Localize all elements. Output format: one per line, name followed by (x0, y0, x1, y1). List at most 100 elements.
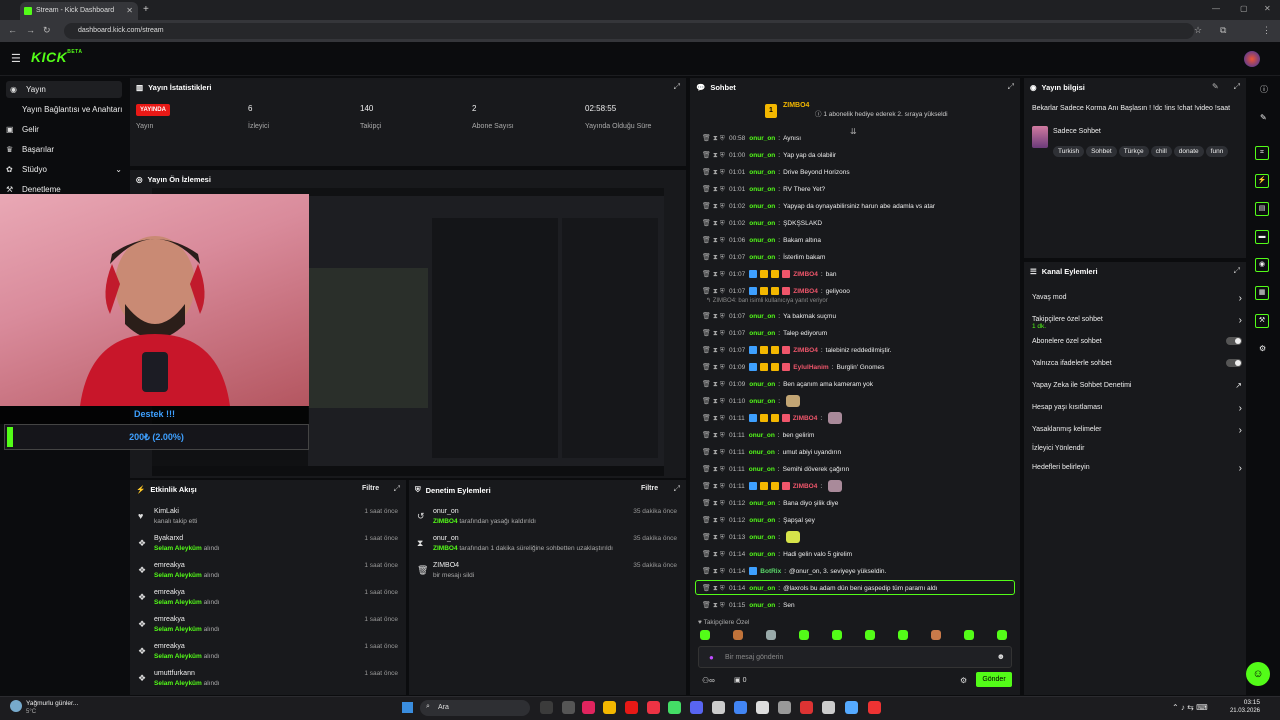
message-mod-tools-icon[interactable]: 🗑 ⧗ ⛨ (702, 380, 726, 389)
emoji-icon[interactable]: ☻ (997, 652, 1005, 661)
expand-icon[interactable]: ⤢ (674, 484, 680, 494)
clock-time[interactable]: 03:15 (1228, 699, 1260, 706)
windows-start-icon[interactable] (402, 702, 413, 713)
kick-logo[interactable]: KICKBETA (31, 49, 82, 65)
chat-message[interactable]: 🗑 ⧗ ⛨ 01:11 ZIMBO4: (702, 480, 843, 492)
message-mod-tools-icon[interactable]: 🗑 ⧗ ⛨ (702, 168, 726, 177)
message-username[interactable]: ZIMBO4 (793, 271, 818, 278)
message-username[interactable]: onur_on (749, 152, 775, 159)
channel-action-item[interactable]: Hedefleri belirleyin › (1032, 463, 1242, 474)
taskbar-app-icon[interactable] (734, 701, 747, 714)
chat-message[interactable]: 🗑 ⧗ ⛨ 01:11 onur_on: ben gelirim (702, 429, 814, 441)
close-tab-icon[interactable]: ✕ (126, 6, 133, 15)
message-username[interactable]: onur_on (749, 517, 775, 524)
stream-tag[interactable]: donate (1173, 146, 1204, 157)
message-username[interactable]: onur_on (749, 313, 775, 320)
event-item[interactable]: ♥ KimLaki kanalı takip etti 1 saat önce (138, 508, 398, 534)
message-username[interactable]: onur_on (749, 330, 775, 337)
event-item[interactable]: ❖ umuttfurkann Selam Aleyküm alındı 1 saat … (138, 670, 398, 696)
taskbar-app-icon[interactable] (845, 701, 858, 714)
channel-action-item[interactable]: Hesap yaşı kısıtlaması › (1032, 403, 1242, 414)
event-username[interactable]: Byakarxd (154, 535, 183, 542)
events-filter-button[interactable]: Filtre (362, 485, 379, 492)
chat-message[interactable]: 🗑 ⧗ ⛨ 01:11 onur_on: umut abiyi uyandırın (702, 446, 841, 458)
taskbar-app-icon[interactable] (582, 701, 595, 714)
taskbar-app-icon[interactable] (562, 701, 575, 714)
message-username[interactable]: ZIMBO4 (793, 415, 818, 422)
taskbar-app-icon[interactable] (603, 701, 616, 714)
channel-action-item[interactable]: Abonelere özel sohbet (1032, 337, 1242, 345)
taskbar-app-icon[interactable] (868, 701, 881, 714)
info-icon[interactable]: ⓘ (1260, 84, 1268, 95)
stream-tag[interactable]: funn (1205, 146, 1229, 157)
document-tool-icon[interactable]: ▤ (1255, 202, 1269, 216)
message-username[interactable]: onur_on (749, 237, 775, 244)
message-username[interactable]: onur_on (749, 169, 775, 176)
chat-input[interactable]: ● Bir mesaj gönderin ☻ (698, 646, 1012, 668)
user-avatar[interactable] (1244, 51, 1260, 67)
message-username[interactable]: onur_on (749, 500, 775, 507)
chat-message[interactable]: 🗑 ⧗ ⛨ 01:02 onur_on: Yapyap da oynayabilirs… (702, 200, 935, 212)
message-username[interactable]: onur_on (749, 381, 775, 388)
message-mod-tools-icon[interactable]: 🗑 ⧗ ⛨ (702, 287, 726, 296)
chat-message[interactable]: 🗑 ⧗ ⛨ 00:58 onur_on: Aynısı (702, 132, 801, 144)
message-mod-tools-icon[interactable]: 🗑 ⧗ ⛨ (702, 533, 726, 542)
moderation-item[interactable]: ↺ onur_on ZIMBO4 tarafından yasağı kaldırı… (417, 508, 677, 534)
message-username[interactable]: BotRix (760, 568, 781, 575)
message-mod-tools-icon[interactable]: 🗑 ⧗ ⛨ (702, 219, 726, 228)
layout-tool-icon[interactable]: ▦ (1255, 286, 1269, 300)
message-username[interactable]: EylulHanim (793, 364, 828, 371)
message-username[interactable]: ZIMBO4 (793, 288, 818, 295)
message-username[interactable]: onur_on (749, 254, 775, 261)
chat-tool-icon[interactable]: ▬ (1255, 230, 1269, 244)
taskbar-search[interactable]: ⌕ Ara (420, 700, 530, 716)
bookmark-star-icon[interactable]: ☆ (1194, 25, 1202, 36)
chat-message[interactable]: 🗑 ⧗ ⛨ 01:15 onur_on: Sen (702, 599, 795, 611)
chat-message[interactable]: 🗑 ⧗ ⛨ 01:01 onur_on: RV There Yet? (702, 183, 825, 195)
chat-message[interactable]: 🗑 ⧗ ⛨ 01:14 onur_on: Hadi gelin valo 5 gire… (702, 548, 852, 560)
tray-icons[interactable]: ⌃ ♪ ⇆ ⌨ (1172, 703, 1208, 712)
event-item[interactable]: ❖ emreakya Selam Aleyküm alındı 1 saat önce (138, 562, 398, 588)
message-mod-tools-icon[interactable]: 🗑 ⧗ ⛨ (702, 414, 726, 423)
hamburger-menu-icon[interactable]: ☰ (11, 52, 21, 65)
message-mod-tools-icon[interactable]: 🗑 ⧗ ⛨ (702, 465, 726, 474)
sidebar-item-yayin[interactable]: ◉ Yayın (6, 81, 122, 98)
chat-message[interactable]: 🗑 ⧗ ⛨ 01:10 onur_on: (702, 395, 801, 407)
quick-emote-icon[interactable] (898, 630, 908, 640)
infinity-icon[interactable]: ⚇∞ (702, 676, 715, 685)
message-mod-tools-icon[interactable]: 🗑 ⧗ ⛨ (702, 185, 726, 194)
bolt-tool-icon[interactable]: ⚡ (1255, 174, 1269, 188)
event-username[interactable]: emreakya (154, 643, 185, 650)
maximize-icon[interactable]: ▢ (1240, 4, 1248, 13)
quick-emote-icon[interactable] (799, 630, 809, 640)
taskbar-app-icon[interactable] (756, 701, 769, 714)
settings-tool-icon[interactable]: ⚙ (1259, 344, 1266, 353)
message-mod-tools-icon[interactable]: 🗑 ⧗ ⛨ (702, 329, 726, 338)
minimize-icon[interactable]: — (1212, 4, 1220, 13)
support-chat-button[interactable]: ☺ (1246, 662, 1270, 686)
message-username[interactable]: ZIMBO4 (793, 347, 818, 354)
taskbar-app-icon[interactable] (647, 701, 660, 714)
chat-message[interactable]: 🗑 ⧗ ⛨ 01:14 BotRix: @onur_on, 3. seviyeye y… (702, 565, 886, 577)
toggle-switch[interactable] (1226, 359, 1242, 367)
url-field[interactable]: dashboard.kick.com/stream (64, 23, 1194, 39)
stream-tag[interactable]: chill (1150, 146, 1172, 157)
close-window-icon[interactable]: ✕ (1264, 4, 1271, 13)
event-item[interactable]: ❖ emreakya Selam Aleyküm alındı 1 saat önce (138, 616, 398, 642)
message-username[interactable]: onur_on (749, 186, 775, 193)
chat-message[interactable]: 🗑 ⧗ ⛨ 01:06 onur_on: Bakam altına (702, 234, 821, 246)
chat-message[interactable]: 🗑 ⧗ ⛨ 01:11 onur_on: Semihi döverek çağırın (702, 463, 849, 475)
expand-icon[interactable]: ⤢ (1234, 266, 1240, 276)
taskbar-app-icon[interactable] (712, 701, 725, 714)
quick-emote-icon[interactable] (766, 630, 776, 640)
event-username[interactable]: KimLaki (154, 508, 179, 515)
expand-icon[interactable]: ⤢ (674, 82, 680, 92)
edit-icon[interactable]: ✎ (1212, 82, 1219, 91)
camera-tool-icon[interactable]: ⌗ (1255, 146, 1269, 160)
quick-emote-icon[interactable] (997, 630, 1007, 640)
chat-message[interactable]: 🗑 ⧗ ⛨ 01:02 onur_on: ŞDKŞSLAKD (702, 217, 822, 229)
message-mod-tools-icon[interactable]: 🗑 ⧗ ⛨ (702, 550, 726, 559)
chat-message[interactable]: 🗑 ⧗ ⛨ 01:07 ZIMBO4: ban (702, 268, 837, 280)
message-username[interactable]: onur_on (749, 203, 775, 210)
chat-message[interactable]: 🗑 ⧗ ⛨ 01:07 onur_on: İsterlim bakam (702, 251, 825, 263)
